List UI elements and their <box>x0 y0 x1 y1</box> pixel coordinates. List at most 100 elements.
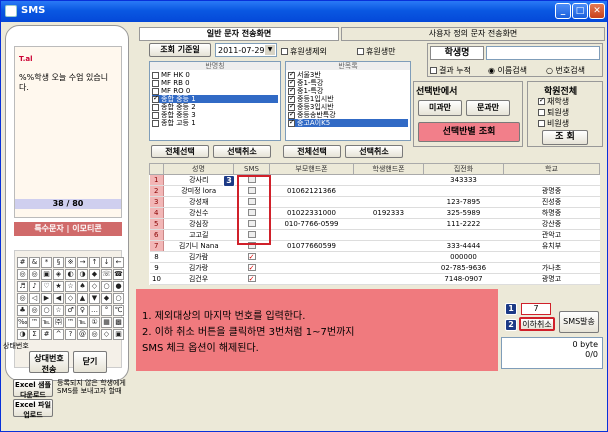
keypad-key[interactable]: ◀ <box>53 293 64 304</box>
sort-name-radio[interactable]: ◉ 이름검색 <box>488 65 527 76</box>
cancel-subject-button[interactable]: 선택취소 <box>345 145 403 158</box>
keypad-key[interactable]: ◈ <box>53 269 64 280</box>
keypad-key[interactable]: ↓ <box>101 257 112 268</box>
keypad-key[interactable]: ♠ <box>77 281 88 292</box>
keypad-key[interactable]: ● <box>113 281 124 292</box>
keypad-key[interactable]: ◇ <box>101 329 112 340</box>
column-header[interactable]: 학생핸드폰 <box>353 163 424 175</box>
keypad-key[interactable]: ♡ <box>41 281 52 292</box>
keypad-key[interactable]: ㈜ <box>53 317 64 328</box>
keypad-key[interactable]: ‰ <box>17 317 28 328</box>
keypad-key[interactable]: ★ <box>53 281 64 292</box>
academy-search-button[interactable]: 조 회 <box>542 130 588 145</box>
keypad-key[interactable]: ◆ <box>89 269 100 280</box>
keypad-key[interactable]: ♣ <box>17 305 28 316</box>
class-list-item[interactable]: MF HK 0 <box>152 71 278 79</box>
close-phone-button[interactable]: 닫기 <box>73 351 107 373</box>
table-row[interactable]: 3 강성재 123-7895 진성중 <box>149 196 600 208</box>
keypad-key[interactable]: ▲ <box>77 293 88 304</box>
keypad-key[interactable]: ♀ <box>77 305 88 316</box>
class-checkbox[interactable] <box>152 103 159 111</box>
keypad-key[interactable]: Σ <box>29 329 40 340</box>
keypad-key[interactable]: ? <box>65 329 76 340</box>
keypad-key[interactable]: ◎ <box>29 269 40 280</box>
keypad-key[interactable]: ☎ <box>113 269 124 280</box>
subject-list-item[interactable]: 중1-특강 <box>288 78 408 87</box>
keypad-key[interactable]: ◇ <box>89 281 100 292</box>
keypad-key[interactable]: ▩ <box>113 317 124 328</box>
keypad-key[interactable]: … <box>89 305 100 316</box>
keypad-key[interactable]: ▼ <box>89 293 100 304</box>
keypad-key[interactable]: ™ <box>29 317 40 328</box>
table-row[interactable]: 10김건우 7148-0907광명고 <box>149 273 600 285</box>
sort-number-radio[interactable]: ○ 번호검색 <box>546 65 585 76</box>
keypad-key[interactable]: & <box>29 257 40 268</box>
class-list-item[interactable]: 종합 중등 3 <box>152 111 278 119</box>
keypad-key[interactable]: ※ <box>65 257 76 268</box>
keypad-key[interactable]: ↑ <box>89 257 100 268</box>
class-checkbox[interactable] <box>152 71 159 79</box>
keypad-key[interactable]: ○ <box>113 293 124 304</box>
table-row[interactable]: 4 강신수 01022331000 0192333 325-5989 하명중 <box>149 207 600 219</box>
keypad-key[interactable]: ☆ <box>65 281 76 292</box>
special-char-button[interactable]: 특수문자 | 이모티콘 <box>14 222 122 236</box>
keypad-key[interactable]: ℡ <box>41 317 52 328</box>
column-header[interactable]: 부모핸드폰 <box>269 163 354 175</box>
leave-checkbox[interactable]: 비원생 <box>538 118 569 129</box>
table-row[interactable]: 1 강사리 343333 <box>149 174 600 186</box>
class-checkbox[interactable] <box>152 119 159 127</box>
close-button[interactable]: ✕ <box>589 3 605 19</box>
chevron-down-icon[interactable]: ▼ <box>265 45 275 55</box>
keypad-key[interactable]: ◎ <box>89 329 100 340</box>
select-all-subject-button[interactable]: 전체선택 <box>283 145 341 158</box>
keypad-key[interactable]: ▣ <box>113 329 124 340</box>
minimize-button[interactable]: _ <box>555 3 571 19</box>
keypad-key[interactable]: ☆ <box>53 305 64 316</box>
subject-list-item[interactable]: 중고A이K5 <box>288 118 408 127</box>
excel-upload-button[interactable]: Excel 파일 업로드 <box>13 399 53 419</box>
leave-only-checkbox[interactable]: 휴원생만 <box>357 46 395 57</box>
keypad-key[interactable]: ◎ <box>17 293 28 304</box>
column-header[interactable]: 집전화 <box>423 163 504 175</box>
cancel-class-button[interactable]: 선택취소 <box>213 145 271 158</box>
send-number-button[interactable]: 상대번호 전송 <box>29 351 69 374</box>
class-checkbox[interactable] <box>152 111 159 119</box>
withdrawn-checkbox[interactable]: 퇴원생 <box>538 107 569 118</box>
keypad-key[interactable]: @ <box>77 329 88 340</box>
keypad-key[interactable]: ^ <box>53 329 64 340</box>
keypad-key[interactable]: ♪ <box>29 281 40 292</box>
table-row[interactable]: 9김가랑 02-785-9636가나초 <box>149 262 600 274</box>
exclude-number-input[interactable]: 7 <box>521 303 551 315</box>
keypad-key[interactable]: → <box>77 257 88 268</box>
keypad-key[interactable]: ▣ <box>41 269 52 280</box>
subject-list-item[interactable]: 서울3반 <box>288 70 408 79</box>
keypad-key[interactable]: ○ <box>101 281 112 292</box>
select-all-class-button[interactable]: 전체선택 <box>151 145 209 158</box>
subject-list[interactable]: 반목록 서울3반중1-특강중1-특강중등1입시반중등3입시반중등송반특강중고A이… <box>285 61 411 141</box>
keypad-key[interactable]: § <box>53 257 64 268</box>
excel-download-button[interactable]: Excel 샘플 다운로드 <box>13 379 53 399</box>
keypad-key[interactable]: ◎ <box>17 269 28 280</box>
table-row[interactable]: 7 김기니 Nana 01077660599 333-4444 유치부 <box>149 240 600 252</box>
tab-general-sms[interactable]: 일반 문자 전송화면 <box>139 27 339 41</box>
class-checkbox[interactable] <box>152 79 159 87</box>
table-row[interactable]: 5 강심장 010-7766-0599 111-2222 강산중 <box>149 218 600 230</box>
keypad-key[interactable]: ♬ <box>17 281 28 292</box>
table-row[interactable]: 2 강미정 lora 01062121366 광명중 <box>149 185 600 197</box>
class-list-item[interactable]: 종합 중등 2 <box>152 103 278 111</box>
tab-custom-sms[interactable]: 사용자 정의 문자 전송화면 <box>341 27 605 41</box>
keypad-key[interactable]: ○ <box>41 305 52 316</box>
keypad-key[interactable]: * <box>41 257 52 268</box>
sms-checkbox[interactable] <box>247 253 256 260</box>
table-row[interactable]: 6 고고길 관악고 <box>149 229 600 241</box>
column-header[interactable]: 성명 <box>163 163 234 175</box>
keypad-key[interactable]: ◆ <box>101 293 112 304</box>
column-header[interactable]: 학교 <box>503 163 600 175</box>
keypad-key[interactable]: ◑ <box>77 269 88 280</box>
keypad-key[interactable]: ▦ <box>101 317 112 328</box>
class-query-button[interactable]: 선택반별 조회 <box>418 122 520 142</box>
table-row[interactable]: 8김가람 000000 <box>149 251 600 263</box>
sms-send-button[interactable]: SMS발송 <box>559 311 599 333</box>
message-text[interactable]: %%학생 오늘 수업 있습니다. <box>19 73 117 93</box>
sms-checkbox[interactable] <box>247 264 256 271</box>
